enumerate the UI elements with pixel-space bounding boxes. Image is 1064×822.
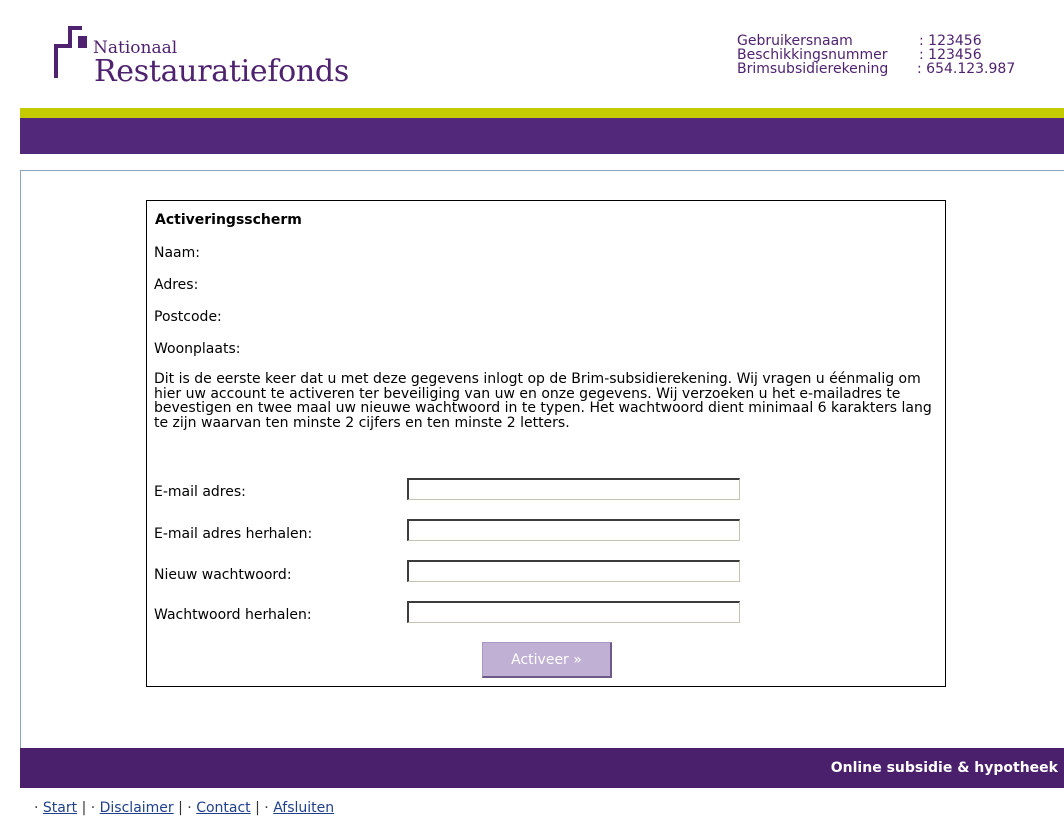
account-info-row: Beschikkingsnummer : 123456 [737,48,1015,62]
new-password-field[interactable] [407,560,740,582]
account-info-row: Brimsubsidierekening : 654.123.987 [737,62,1015,76]
footer-link-contact[interactable]: Contact [196,800,250,816]
bullet-icon: · [264,800,269,816]
postcode-label: Postcode: [154,309,222,325]
email-label: E-mail adres: [154,484,246,500]
account-info: Gebruikersnaam : 123456 Beschikkingsnumm… [737,34,1015,76]
account-info-value: : 123456 [919,33,982,49]
page-header: Nationaal Restauratiefonds Gebruikersnaa… [0,0,1064,108]
activation-form: Activeringsscherm Naam: Adres: Postcode:… [146,200,946,687]
email-repeat-label: E-mail adres herhalen: [154,526,313,542]
intro-text: Dit is de eerste keer dat u met deze geg… [154,371,932,431]
account-info-value: : 123456 [919,47,982,63]
city-label: Woonplaats: [154,341,241,357]
bullet-icon: · [34,800,39,816]
separator: | [178,800,183,816]
email-repeat-field[interactable] [407,519,740,541]
footer-tagline: Online subsidie & hypotheek [830,760,1058,776]
new-password-label: Nieuw wachtwoord: [154,567,292,583]
logo-mark-icon [54,26,87,78]
brand-line2: Restauratiefonds [94,54,349,89]
account-info-value: : 654.123.987 [917,61,1016,77]
account-info-row: Gebruikersnaam : 123456 [737,34,1015,48]
name-label: Naam: [154,245,200,261]
nav-bar [20,118,1064,154]
form-title: Activeringsscherm [155,212,302,228]
account-info-label: Beschikkingsnummer [737,47,888,63]
footer-nav: · Start | · Disclaimer | · Contact | · A… [34,800,334,816]
separator: | [81,800,87,816]
email-field[interactable] [407,478,740,500]
footer-link-logout[interactable]: Afsluiten [273,800,334,816]
bullet-icon: · [187,800,192,816]
brand-logo[interactable]: Nationaal Restauratiefonds [54,26,364,96]
bullet-icon: · [90,800,96,816]
password-repeat-label: Wachtwoord herhalen: [154,607,312,623]
accent-bar [20,108,1064,118]
password-repeat-field[interactable] [407,601,740,623]
separator: | [255,800,260,816]
footer-bar: Online subsidie & hypotheek [20,748,1064,788]
footer-link-disclaimer[interactable]: Disclaimer [100,800,174,816]
account-info-label: Brimsubsidierekening [737,61,889,77]
address-label: Adres: [154,277,199,293]
footer-link-start[interactable]: Start [43,800,77,816]
account-info-label: Gebruikersnaam [737,33,853,49]
activate-button[interactable]: Activeer » [482,642,612,678]
